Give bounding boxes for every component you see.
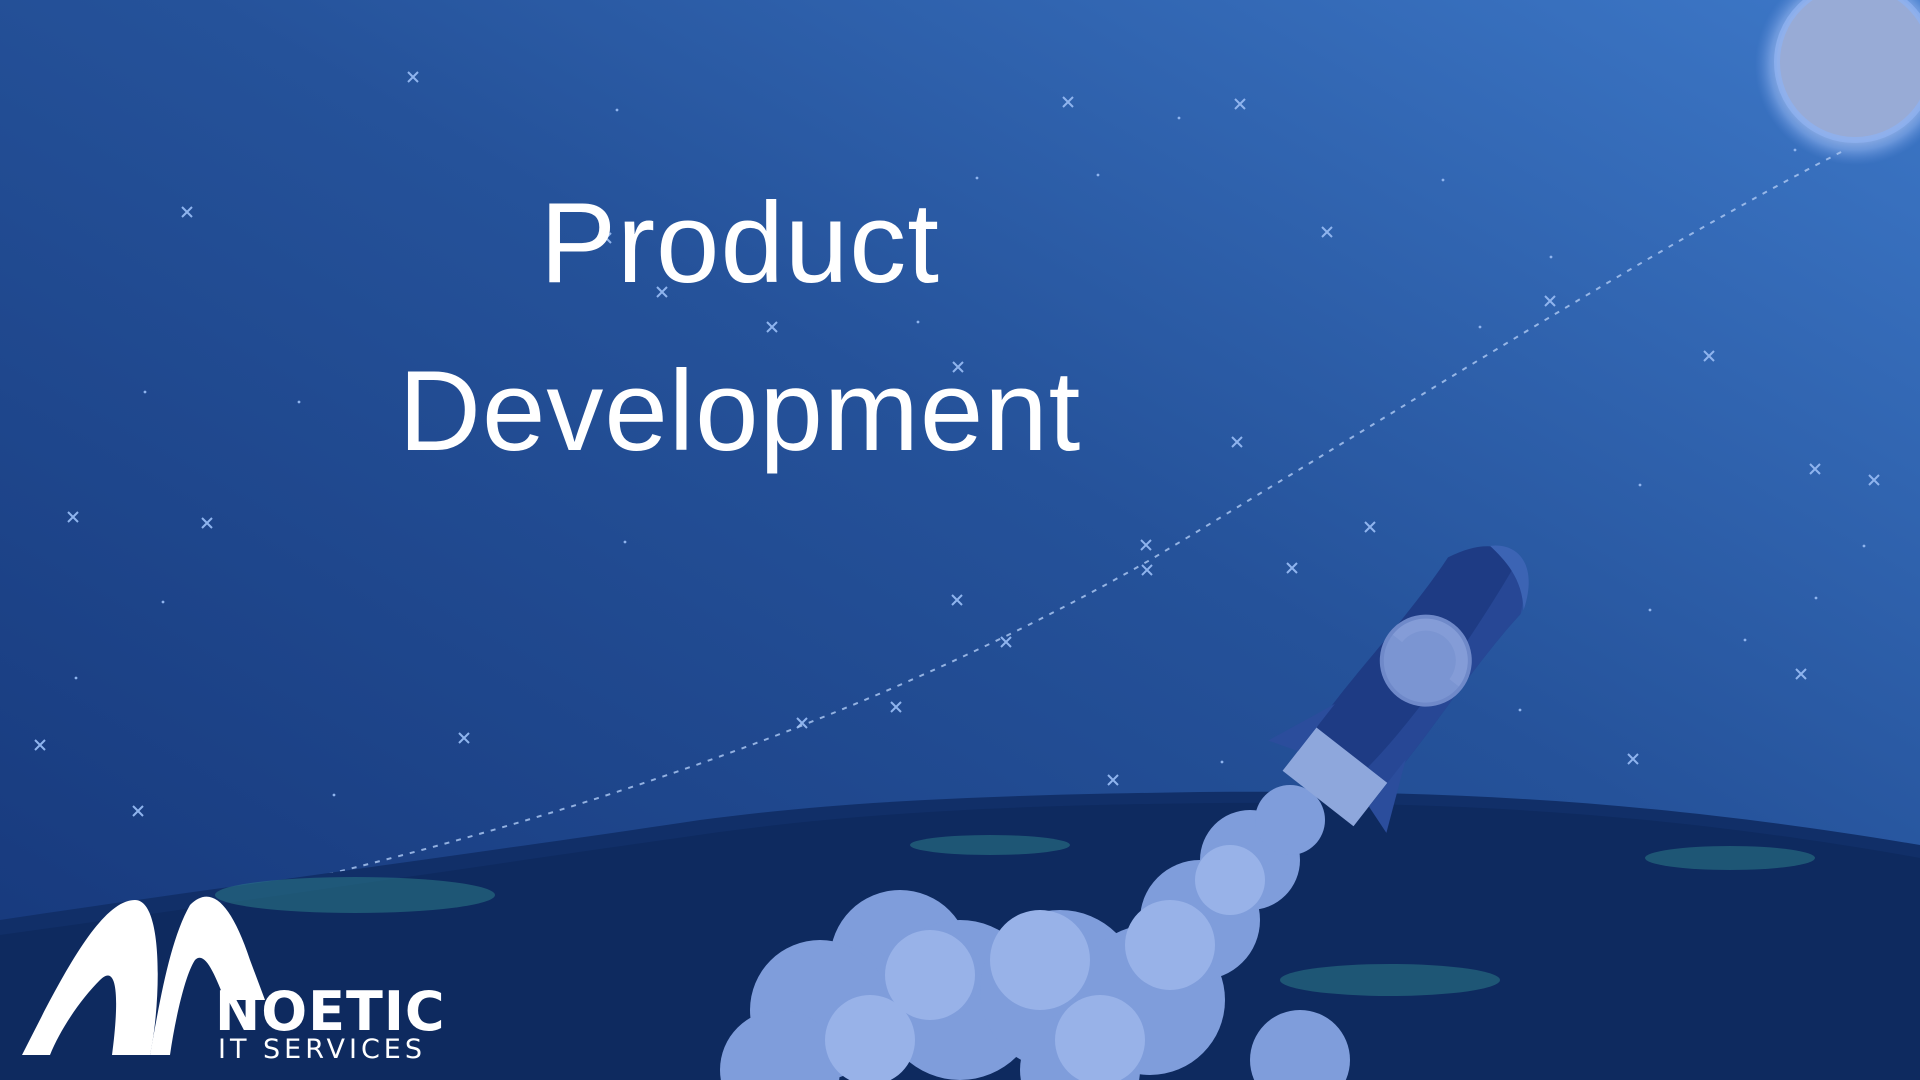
slide: Product Development NOETIC IT SERVICES	[0, 0, 1920, 1080]
star-dot	[1638, 483, 1642, 487]
star-dot	[74, 676, 78, 680]
star-dot	[161, 600, 165, 604]
star-dot	[1478, 325, 1482, 329]
star-dot	[143, 390, 147, 394]
logo-name: NOETIC	[215, 980, 446, 1043]
title-line-2: Development	[398, 348, 1082, 475]
star-dot	[1177, 116, 1181, 120]
title-line-1: Product	[540, 180, 940, 307]
star-dot	[1220, 760, 1224, 764]
star-dot	[1441, 178, 1445, 182]
star-dot	[623, 540, 627, 544]
star-dot	[1814, 596, 1818, 600]
star-dot	[1549, 255, 1553, 259]
star-dot	[1793, 148, 1797, 152]
page-title: Product Development	[330, 160, 1150, 496]
star-dot	[332, 793, 336, 797]
star-dot	[1862, 544, 1866, 548]
logo-subtitle: IT SERVICES	[218, 1034, 427, 1065]
star-dot	[1743, 638, 1747, 642]
star-dot	[615, 108, 619, 112]
star-dot	[297, 400, 301, 404]
star-dot	[1518, 708, 1522, 712]
star-dot	[1648, 608, 1652, 612]
